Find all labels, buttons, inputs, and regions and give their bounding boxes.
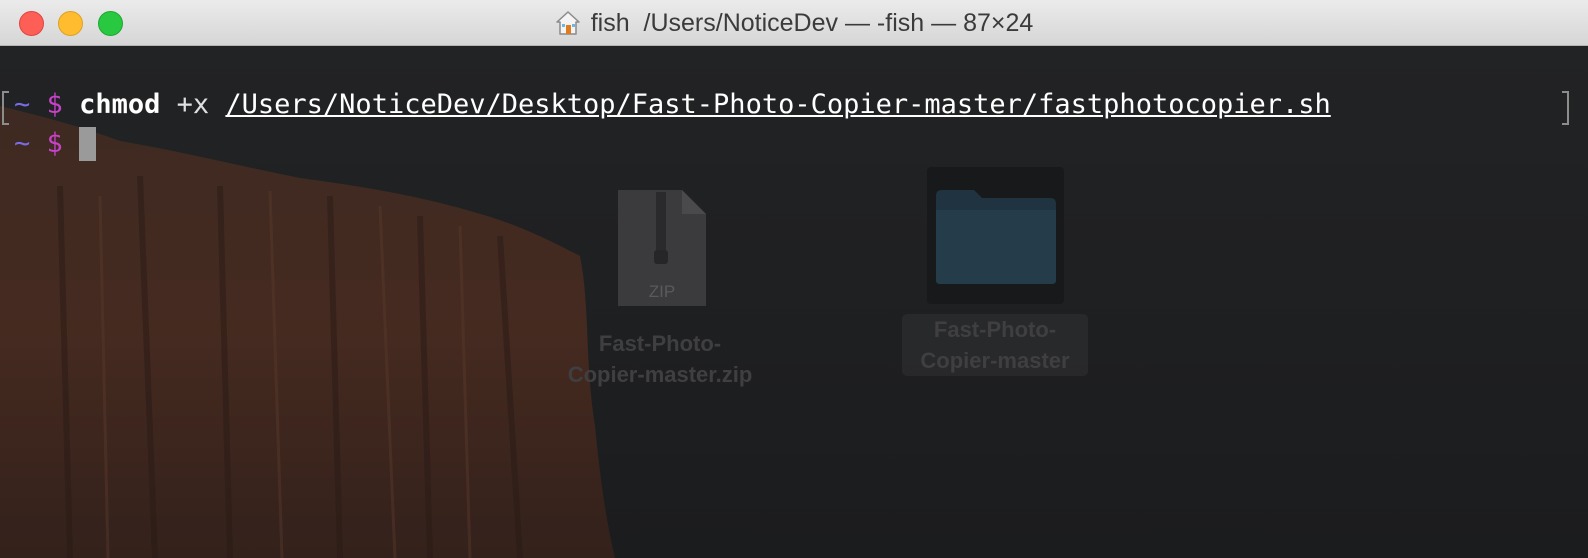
title-path: /Users/NoticeDev bbox=[643, 8, 839, 37]
folder-label-line1: Fast-Photo- bbox=[933, 317, 1057, 342]
command-name: chmod bbox=[79, 89, 161, 120]
title-separator: — bbox=[838, 8, 877, 37]
text-cursor bbox=[79, 127, 97, 161]
title-size: 87×24 bbox=[963, 8, 1034, 37]
prompt-symbol: $ bbox=[46, 128, 63, 159]
line-mark-right bbox=[1562, 91, 1569, 125]
folder-label-line2: Copier-master bbox=[920, 348, 1070, 373]
title-bar[interactable]: fish /Users/NoticeDev — -fish — 87×24 bbox=[0, 0, 1588, 46]
zip-label-line1: Fast-Photo- bbox=[598, 331, 722, 356]
command-path[interactable]: /Users/NoticeDev/Desktop/Fast-Photo-Copi… bbox=[225, 89, 1330, 120]
terminal-line[interactable]: ~ $ bbox=[14, 127, 97, 161]
folder-icon[interactable] bbox=[934, 186, 1058, 286]
prompt-cwd: ~ bbox=[14, 89, 31, 120]
prompt-cwd: ~ bbox=[14, 128, 31, 159]
folder-label[interactable]: Fast-Photo- Copier-master bbox=[902, 314, 1088, 376]
zip-label-line2: Copier-master.zip bbox=[567, 362, 753, 387]
zip-badge: ZIP bbox=[648, 282, 676, 301]
zip-file-label[interactable]: Fast-Photo- Copier-master.zip bbox=[545, 328, 775, 390]
title-separator: — bbox=[924, 8, 964, 37]
window-title: fish /Users/NoticeDev — -fish — 87×24 bbox=[0, 0, 1588, 46]
terminal-line: ~ $ chmod +x /Users/NoticeDev/Desktop/Fa… bbox=[14, 88, 1331, 122]
home-icon bbox=[555, 11, 580, 35]
line-mark-left bbox=[2, 91, 9, 125]
prompt-symbol: $ bbox=[46, 89, 63, 120]
title-shell: -fish bbox=[876, 8, 925, 37]
terminal-window: fish /Users/NoticeDev — -fish — 87×24 ZI… bbox=[0, 0, 1588, 558]
command-argument: +x bbox=[176, 89, 210, 120]
desktop-wallpaper bbox=[0, 46, 1588, 558]
title-app: fish bbox=[590, 8, 630, 37]
terminal-content[interactable]: ZIP Fast-Photo- Copier-master.zip Fast-P… bbox=[0, 46, 1588, 558]
